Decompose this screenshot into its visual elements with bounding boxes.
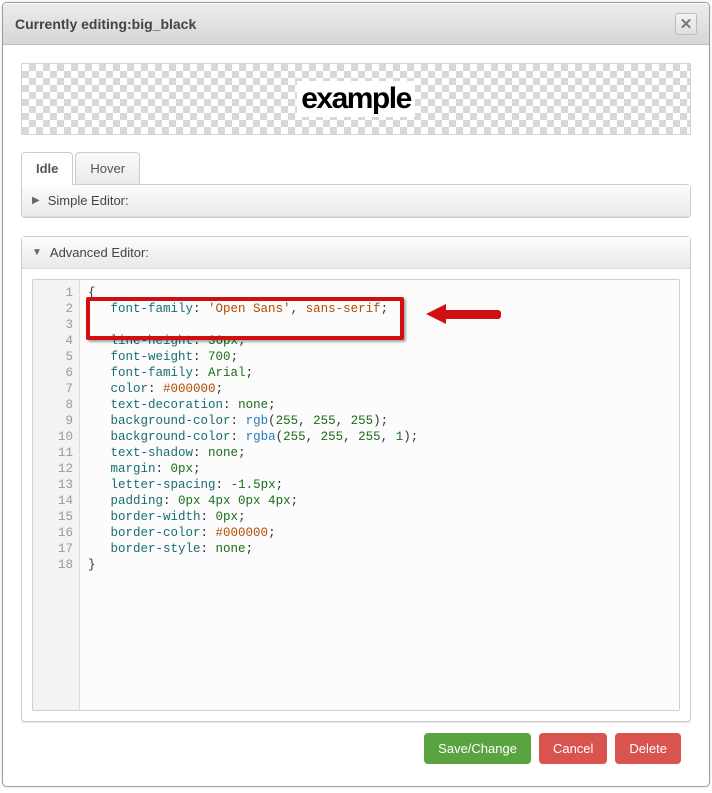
simple-editor-header[interactable]: ▶ Simple Editor: xyxy=(22,185,690,217)
line-gutter: 1 2 3 4 5 6 7 8 9 10 11 12 13 14 15 16 1… xyxy=(33,280,80,710)
advanced-editor-panel: ▼ Advanced Editor: 1 2 3 4 5 6 7 8 9 10 … xyxy=(21,236,691,722)
tab-idle[interactable]: Idle xyxy=(21,152,73,185)
tab-hover[interactable]: Hover xyxy=(75,152,140,184)
code-content[interactable]: { font-family: 'Open Sans', sans-serif; … xyxy=(80,280,679,710)
dialog-header: Currently editing: big_black ✕ xyxy=(3,3,709,45)
dialog-body: example Idle Hover ▶ Simple Editor: ▼ Ad… xyxy=(3,45,709,792)
delete-button-label: Delete xyxy=(629,741,667,756)
simple-editor-label: Simple Editor: xyxy=(48,193,129,208)
tab-idle-label: Idle xyxy=(36,161,58,176)
dialog-title-target: big_black xyxy=(132,16,197,32)
editor-dialog: Currently editing: big_black ✕ example I… xyxy=(2,2,710,787)
advanced-editor-body: 1 2 3 4 5 6 7 8 9 10 11 12 13 14 15 16 1… xyxy=(22,269,690,721)
preview-text: example xyxy=(297,81,415,117)
dialog-title-prefix: Currently editing: xyxy=(15,16,132,32)
dialog-footer: Save/Change Cancel Delete xyxy=(21,722,691,774)
expand-right-icon: ▶ xyxy=(32,195,40,206)
tab-hover-label: Hover xyxy=(90,161,125,176)
save-button-label: Save/Change xyxy=(438,741,517,756)
save-button[interactable]: Save/Change xyxy=(424,733,531,764)
preview-area: example xyxy=(21,63,691,135)
simple-editor-panel: ▶ Simple Editor: xyxy=(21,184,691,218)
advanced-editor-header[interactable]: ▼ Advanced Editor: xyxy=(22,237,690,269)
cancel-button[interactable]: Cancel xyxy=(539,733,607,764)
close-icon: ✕ xyxy=(680,17,693,32)
spacer xyxy=(21,218,691,236)
expand-down-icon: ▼ xyxy=(32,247,42,258)
advanced-editor-label: Advanced Editor: xyxy=(50,245,149,260)
close-button[interactable]: ✕ xyxy=(675,13,697,35)
code-editor[interactable]: 1 2 3 4 5 6 7 8 9 10 11 12 13 14 15 16 1… xyxy=(32,279,680,711)
delete-button[interactable]: Delete xyxy=(615,733,681,764)
cancel-button-label: Cancel xyxy=(553,741,593,756)
state-tabs: Idle Hover xyxy=(21,151,691,184)
